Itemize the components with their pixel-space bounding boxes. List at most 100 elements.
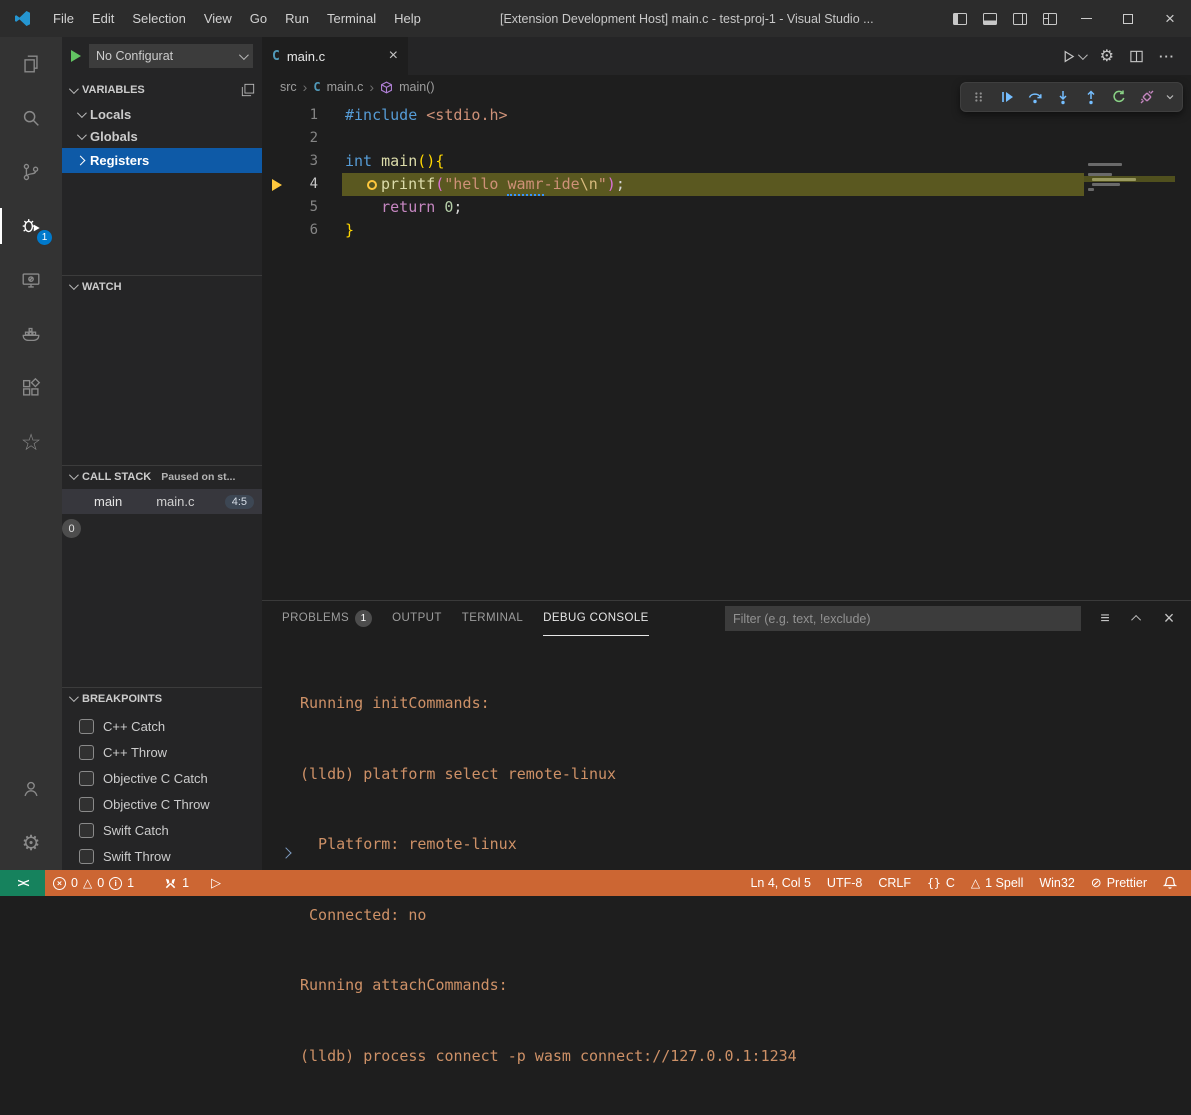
gear-icon[interactable]: ⚙ [1100,46,1114,66]
breakpoint-gutter[interactable] [262,127,292,150]
tab-debug-console[interactable]: DEBUG CONSOLE [543,601,649,636]
maximize-button[interactable] [1107,0,1149,37]
breakpoint-row[interactable]: Objective C Throw [62,791,262,817]
breakpoint-gutter[interactable] [262,219,292,242]
disconnect-icon[interactable] [1134,84,1159,110]
code-editor[interactable]: 1 #include <stdio.h> 2 3 int main(){ 4 p… [262,99,1191,600]
start-debug-icon[interactable] [71,50,81,62]
breadcrumb-folder[interactable]: src [280,80,297,94]
extensions-icon[interactable] [0,361,62,415]
debug-status-icon[interactable]: ▷ [203,870,229,896]
menu-file[interactable]: File [44,0,83,37]
menu-terminal[interactable]: Terminal [318,0,385,37]
variables-item-locals[interactable]: Locals [62,103,262,125]
problems-status[interactable]: 0 △ 0 1 [45,870,142,896]
tab-terminal[interactable]: TERMINAL [462,601,523,636]
variables-item-registers[interactable]: Registers [62,148,262,173]
explorer-icon[interactable] [0,37,62,91]
toolbar-drag-handle[interactable] [966,84,991,110]
checkbox[interactable] [79,745,94,760]
toggle-panel-icon[interactable] [975,0,1005,37]
variables-section-header[interactable]: VARIABLES [62,79,262,101]
settings-gear-icon[interactable]: ⚙ [0,816,62,870]
menu-edit[interactable]: Edit [83,0,123,37]
step-out-icon[interactable] [1078,84,1103,110]
inline-breakpoint-icon[interactable] [345,173,381,196]
call-stack-section-header[interactable]: CALL STACK Paused on st... [62,465,262,487]
breakpoint-gutter[interactable] [262,150,292,173]
checkbox[interactable] [79,771,94,786]
variables-item-globals[interactable]: Globals [62,125,262,147]
code-token: return [381,196,435,219]
breakpoint-gutter[interactable] [262,104,292,127]
step-into-icon[interactable] [1050,84,1075,110]
breadcrumb-file[interactable]: main.c [327,80,364,94]
chevron-down-icon [239,50,249,60]
tab-problems[interactable]: PROBLEMS 1 [282,601,372,636]
console-input[interactable] [282,845,290,860]
encoding-indicator[interactable]: UTF-8 [819,870,870,896]
checkbox[interactable] [79,849,94,864]
watch-title: WATCH [82,281,122,293]
close-panel-icon[interactable]: × [1159,609,1179,629]
notifications-bell-icon[interactable] [1155,870,1185,896]
star-icon[interactable]: ☆ [0,415,62,469]
platform-status[interactable]: Win32 [1031,870,1082,896]
frame-file: main.c [156,494,194,509]
cursor-position[interactable]: Ln 4, Col 5 [742,870,818,896]
remote-explorer-icon[interactable] [0,253,62,307]
menu-go[interactable]: Go [241,0,276,37]
language-mode[interactable]: {} C [919,870,963,896]
watch-section-header[interactable]: WATCH [62,275,262,297]
code-token: "hello [444,173,507,196]
source-control-icon[interactable] [0,145,62,199]
code-token-spell-warning: wamr [507,173,543,196]
tab-output[interactable]: OUTPUT [392,601,442,636]
tab-main-c[interactable]: C main.c × [262,37,408,75]
breakpoint-row[interactable]: Swift Catch [62,817,262,843]
menu-view[interactable]: View [195,0,241,37]
search-icon[interactable] [0,91,62,145]
toggle-secondary-sidebar-icon[interactable] [1005,0,1035,37]
breakpoint-gutter[interactable] [262,196,292,219]
run-or-debug-icon[interactable] [1061,49,1085,64]
restart-icon[interactable] [1106,84,1131,110]
checkbox[interactable] [79,797,94,812]
run-and-debug-icon[interactable]: 1 [0,199,62,253]
close-button[interactable]: × [1149,0,1191,37]
breadcrumb-symbol[interactable]: main() [399,80,434,94]
menu-selection[interactable]: Selection [123,0,194,37]
eol-indicator[interactable]: CRLF [870,870,919,896]
breakpoint-row[interactable]: C++ Catch [62,713,262,739]
step-over-icon[interactable] [1022,84,1047,110]
console-filter-input[interactable] [725,606,1081,631]
close-tab-icon[interactable]: × [389,48,398,64]
continue-icon[interactable] [994,84,1019,110]
breakpoint-row[interactable]: C++ Throw [62,739,262,765]
collapse-all-icon[interactable] [241,83,255,97]
split-editor-icon[interactable] [1129,49,1144,64]
chevron-down-icon[interactable] [1162,84,1177,110]
remote-indicator[interactable]: >< [0,870,45,896]
maximize-panel-icon[interactable] [1127,609,1147,629]
docker-icon[interactable] [0,307,62,361]
menu-run[interactable]: Run [276,0,318,37]
breakpoint-row[interactable]: Objective C Catch [62,765,262,791]
tools-status[interactable]: 1 [156,870,197,896]
console-options-icon[interactable]: ≡ [1095,609,1115,629]
debug-config-dropdown[interactable]: No Configurat [89,44,253,68]
menu-help[interactable]: Help [385,0,430,37]
customize-layout-icon[interactable] [1035,0,1065,37]
debug-current-line-arrow-icon[interactable] [262,173,292,196]
checkbox[interactable] [79,823,94,838]
breakpoint-row[interactable]: Swift Throw [62,843,262,869]
call-stack-frame[interactable]: main main.c 4:5 [62,489,262,514]
checkbox[interactable] [79,719,94,734]
accounts-icon[interactable] [0,762,62,816]
spell-checker-status[interactable]: △ 1 Spell [963,870,1031,896]
formatter-status[interactable]: ⊘ Prettier [1083,870,1155,896]
minimize-button[interactable] [1065,0,1107,37]
toggle-sidebar-icon[interactable] [945,0,975,37]
more-actions-icon[interactable]: ··· [1159,49,1175,64]
breakpoints-section-header[interactable]: BREAKPOINTS [62,687,262,709]
